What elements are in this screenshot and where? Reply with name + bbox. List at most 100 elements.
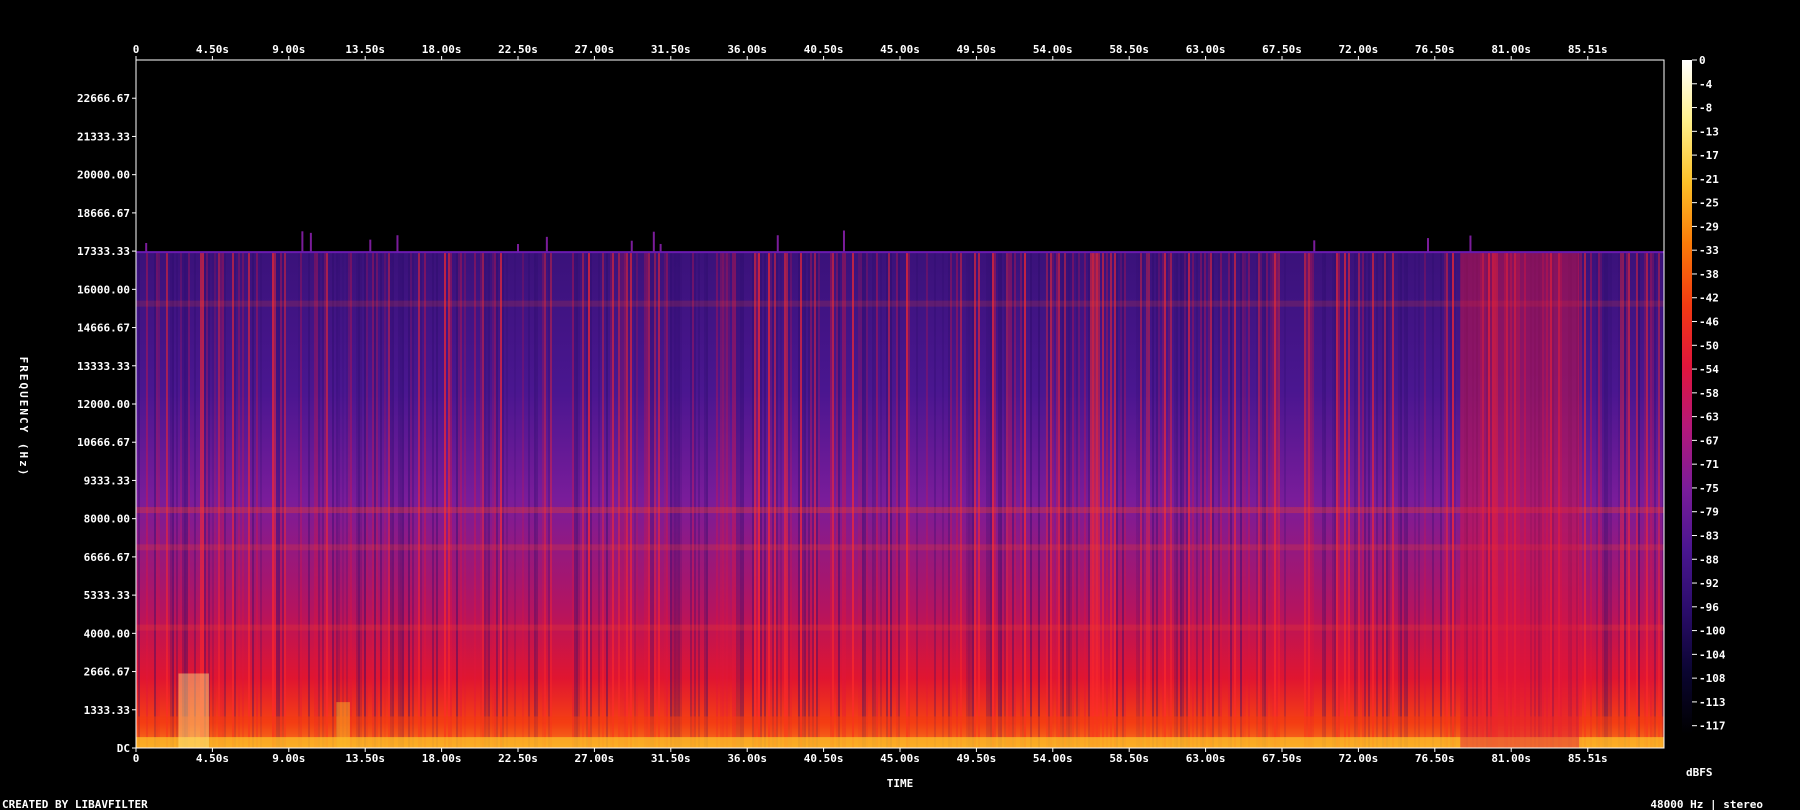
x-tick-label-top: 76.50s bbox=[1415, 43, 1455, 56]
striation bbox=[1270, 252, 1272, 749]
x-tick-label-bottom: 63.00s bbox=[1186, 752, 1226, 765]
striation bbox=[332, 252, 334, 749]
striation bbox=[704, 252, 706, 749]
striation bbox=[706, 252, 708, 749]
striation bbox=[1096, 252, 1098, 749]
spectrogram-image bbox=[136, 230, 1664, 749]
x-tick-label-top: 36.00s bbox=[727, 43, 767, 56]
striation bbox=[1414, 252, 1416, 749]
striation bbox=[1310, 252, 1312, 749]
striation bbox=[424, 252, 426, 749]
striation bbox=[364, 252, 366, 749]
spectrogram-chart: 0 4.50s 9.00s 13.50s 18.00s 22.50s 27.00s 31.50… bbox=[2, 43, 1763, 810]
striation bbox=[1046, 252, 1048, 749]
striation bbox=[1056, 252, 1058, 749]
colorbar-tick-label: -58 bbox=[1699, 387, 1719, 400]
x-tick-label-top: 13.50s bbox=[345, 43, 385, 56]
striation bbox=[220, 252, 222, 749]
striation bbox=[862, 252, 864, 749]
striation bbox=[1020, 252, 1022, 749]
x-ticks-top: 0 4.50s 9.00s 13.50s 18.00s 22.50s 27.00s 31.50… bbox=[133, 43, 1608, 60]
harmonic-band bbox=[136, 624, 1664, 631]
striation bbox=[450, 252, 452, 749]
striation bbox=[300, 252, 302, 749]
striation bbox=[842, 252, 844, 749]
colorbar-tick-label: -46 bbox=[1699, 316, 1719, 329]
striation bbox=[992, 252, 994, 749]
striation bbox=[252, 252, 254, 749]
striation bbox=[1168, 252, 1170, 749]
striation bbox=[1064, 252, 1066, 749]
striation bbox=[1624, 252, 1626, 749]
striation bbox=[874, 252, 876, 749]
striation bbox=[720, 252, 722, 749]
striation bbox=[1272, 252, 1274, 749]
striation bbox=[770, 252, 772, 749]
striation bbox=[1450, 252, 1452, 749]
heat-region bbox=[1460, 252, 1580, 749]
striation bbox=[774, 252, 776, 749]
striation bbox=[626, 252, 628, 749]
striation bbox=[1284, 252, 1286, 749]
striation bbox=[838, 252, 840, 749]
striation bbox=[1162, 252, 1164, 749]
striation bbox=[690, 252, 692, 749]
striation bbox=[1062, 252, 1064, 749]
striation bbox=[172, 252, 174, 749]
striation bbox=[1244, 252, 1246, 749]
striation bbox=[314, 252, 316, 749]
striation bbox=[1048, 252, 1050, 749]
striation bbox=[1176, 252, 1178, 749]
striation bbox=[788, 252, 790, 749]
striation bbox=[1258, 252, 1260, 749]
striation bbox=[1618, 252, 1620, 749]
striation bbox=[578, 252, 580, 749]
striation bbox=[374, 252, 376, 749]
striation bbox=[550, 252, 552, 749]
striation bbox=[436, 252, 438, 749]
striation bbox=[408, 252, 410, 749]
striation bbox=[1060, 252, 1062, 749]
striation bbox=[1158, 252, 1160, 749]
striation bbox=[1138, 252, 1140, 749]
striation bbox=[808, 252, 810, 749]
striation bbox=[1196, 252, 1198, 749]
striation bbox=[974, 252, 976, 749]
striation bbox=[548, 252, 550, 749]
striation bbox=[786, 252, 788, 749]
striation bbox=[1644, 252, 1646, 749]
x-tick-label-bottom: 45.00s bbox=[880, 752, 920, 765]
striation bbox=[1012, 252, 1014, 749]
striation bbox=[316, 252, 318, 749]
x-tick-label-top: 72.00s bbox=[1339, 43, 1379, 56]
striation bbox=[392, 252, 394, 749]
striation bbox=[536, 252, 538, 749]
striation bbox=[814, 252, 816, 749]
harmonic-band bbox=[136, 300, 1664, 307]
striation bbox=[752, 252, 754, 749]
striation bbox=[542, 252, 544, 749]
striation bbox=[1274, 252, 1276, 749]
x-tick-label-top: 27.00s bbox=[575, 43, 615, 56]
striation bbox=[816, 252, 818, 749]
striation bbox=[886, 252, 888, 749]
colorbar-tick-label: -63 bbox=[1699, 411, 1719, 424]
striation bbox=[742, 252, 744, 749]
striation bbox=[1188, 252, 1190, 749]
striation bbox=[326, 252, 328, 749]
striation bbox=[1610, 252, 1612, 749]
striation bbox=[1208, 252, 1210, 749]
striation bbox=[756, 252, 758, 749]
striation bbox=[670, 252, 672, 749]
striation bbox=[646, 252, 648, 749]
striation bbox=[934, 252, 936, 749]
striation bbox=[282, 252, 284, 749]
colorbar-tick-label: -25 bbox=[1699, 197, 1719, 210]
striation bbox=[234, 252, 236, 749]
x-tick-label-top: 49.50s bbox=[957, 43, 997, 56]
striation bbox=[948, 252, 950, 749]
x-tick-label-bottom: 18.00s bbox=[422, 752, 462, 765]
striation bbox=[1580, 252, 1582, 749]
striation bbox=[534, 252, 536, 749]
striation bbox=[522, 252, 524, 749]
